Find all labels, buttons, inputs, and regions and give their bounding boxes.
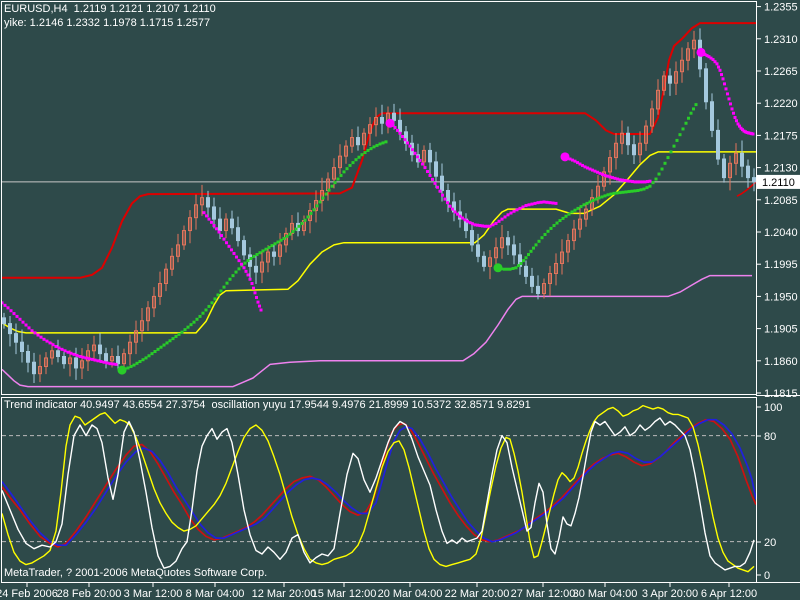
- svg-text:1.2040: 1.2040: [764, 227, 798, 239]
- svg-text:1.2130: 1.2130: [764, 163, 798, 175]
- svg-text:22 Mar 20:00: 22 Mar 20:00: [445, 588, 510, 600]
- svg-text:80: 80: [764, 431, 776, 443]
- svg-text:30 Mar 04:00: 30 Mar 04:00: [573, 588, 638, 600]
- oscillator-values-label: Trend indicator 40.9497 43.6554 27.3754 …: [4, 399, 531, 411]
- svg-text:8 Mar 04:00: 8 Mar 04:00: [186, 588, 245, 600]
- svg-text:28 Feb 20:00: 28 Feb 20:00: [57, 588, 122, 600]
- svg-text:1.1815: 1.1815: [764, 388, 798, 400]
- svg-text:1.2310: 1.2310: [764, 34, 798, 46]
- svg-text:1.2355: 1.2355: [764, 2, 798, 14]
- svg-text:1.1860: 1.1860: [764, 356, 798, 368]
- chart-window: 1.2355 1.2310 1.2265 1.2220 1.2175 1.2130 1.20…: [0, 0, 800, 600]
- copyright-label: MetaTrader, ? 2001-2006 MetaQuotes Softw…: [4, 567, 268, 579]
- svg-text:20: 20: [764, 537, 776, 549]
- svg-text:3 Mar 12:00: 3 Mar 12:00: [124, 588, 183, 600]
- svg-text:1.2175: 1.2175: [764, 130, 798, 142]
- svg-text:24 Feb 2006: 24 Feb 2006: [0, 588, 58, 600]
- svg-text:1.1995: 1.1995: [764, 259, 798, 271]
- svg-text:1.2110: 1.2110: [762, 177, 795, 189]
- symbol-ohlc-label: EURUSD,H4 1.2119 1.2121 1.2107 1.2110: [4, 3, 216, 15]
- chart-canvas[interactable]: 1.2355 1.2310 1.2265 1.2220 1.2175 1.2130 1.20…: [0, 0, 800, 600]
- current-price-badge: 1.2110: [757, 174, 800, 189]
- svg-text:3 Apr 20:00: 3 Apr 20:00: [642, 588, 698, 600]
- svg-text:6 Apr 12:00: 6 Apr 12:00: [701, 588, 757, 600]
- svg-text:27 Mar 12:00: 27 Mar 12:00: [511, 588, 576, 600]
- svg-text:1.2265: 1.2265: [764, 66, 798, 78]
- svg-text:1.2220: 1.2220: [764, 98, 798, 110]
- svg-text:0: 0: [764, 570, 770, 582]
- svg-text:100: 100: [764, 402, 782, 414]
- svg-text:1.2085: 1.2085: [764, 195, 798, 207]
- svg-text:1.1950: 1.1950: [764, 291, 798, 303]
- svg-text:1.1905: 1.1905: [764, 324, 798, 336]
- indicator-values-label: yike: 1.2146 1.2332 1.1978 1.1715 1.2577: [4, 17, 211, 29]
- svg-text:15 Mar 12:00: 15 Mar 12:00: [312, 588, 377, 600]
- svg-text:20 Mar 04:00: 20 Mar 04:00: [378, 588, 443, 600]
- svg-text:12 Mar 20:00: 12 Mar 20:00: [252, 588, 317, 600]
